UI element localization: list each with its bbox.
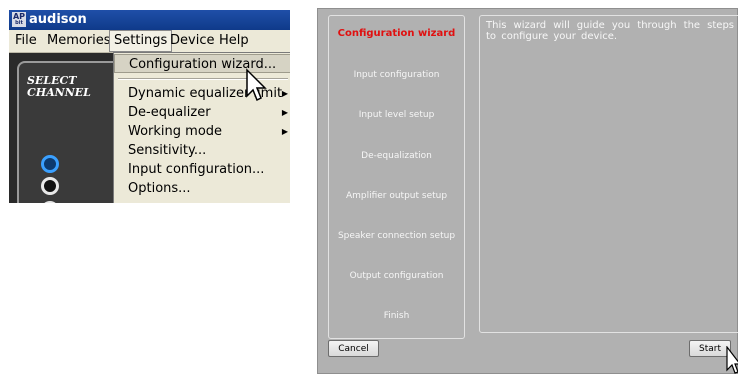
wizard-step-amplifier-output-setup: Amplifier output setup (345, 191, 448, 201)
wizard-step-input-level-setup: Input level setup (358, 110, 435, 120)
menu-item-label: Sensitivity... (128, 143, 207, 158)
menu-item-label: Input configuration... (128, 162, 265, 177)
menu-settings[interactable]: Settings (109, 30, 173, 52)
mouse-pointer-icon (246, 68, 267, 102)
menu-memories[interactable]: Memories (47, 33, 111, 48)
menu-item-label: De-equalizer (128, 105, 211, 120)
wizard-step-configuration-wizard: Configuration wizard (337, 28, 456, 39)
configuration-wizard-dialog: Configuration wizard Input configuration… (317, 8, 738, 374)
menu-item-options[interactable]: Options... (114, 179, 290, 198)
select-channel-label: SELECT CHANNEL (27, 74, 91, 99)
menu-item-label: Options... (128, 181, 191, 196)
channel-knob[interactable] (41, 177, 59, 195)
logo-bottom-text: bit (15, 20, 23, 26)
wizard-info-text: This wizard will guide you through the s… (479, 15, 738, 333)
menu-help[interactable]: Help (219, 33, 249, 48)
menu-item-input-configuration[interactable]: Input configuration... (114, 160, 290, 179)
start-button[interactable]: Start (689, 340, 731, 357)
menu-file[interactable]: File (15, 33, 37, 48)
app-title: audison (29, 12, 87, 27)
wizard-step-finish: Finish (383, 311, 410, 321)
menu-item-working-mode[interactable]: Working mode ▶ (114, 122, 290, 141)
submenu-arrow-icon: ▶ (281, 127, 288, 136)
channel-knob[interactable] (41, 201, 59, 203)
audison-app-window: AP bit audison File Memories Settings De… (9, 10, 290, 203)
ap-bit-logo-icon: AP bit (12, 12, 26, 27)
menu-bar: File Memories Settings Device Help (9, 30, 290, 53)
wizard-steps-panel: Configuration wizard Input configuration… (328, 15, 465, 339)
menu-device[interactable]: Device (170, 33, 214, 48)
title-bar: AP bit audison (9, 10, 290, 30)
wizard-step-output-configuration: Output configuration (349, 271, 444, 281)
submenu-arrow-icon: ▶ (281, 89, 288, 98)
wizard-step-de-equalization: De-equalization (361, 151, 432, 161)
menu-item-de-equalizer[interactable]: De-equalizer ▶ (114, 103, 290, 122)
submenu-arrow-icon: ▶ (281, 108, 288, 117)
menu-item-sensitivity[interactable]: Sensitivity... (114, 141, 290, 160)
cancel-button[interactable]: Cancel (328, 340, 379, 357)
menu-item-label: Working mode (128, 124, 223, 139)
channel-knob-selected[interactable] (41, 155, 59, 173)
wizard-step-input-configuration: Input configuration (353, 70, 440, 80)
mouse-pointer-icon (726, 346, 738, 374)
wizard-step-speaker-connection-setup: Speaker connection setup (337, 231, 456, 241)
